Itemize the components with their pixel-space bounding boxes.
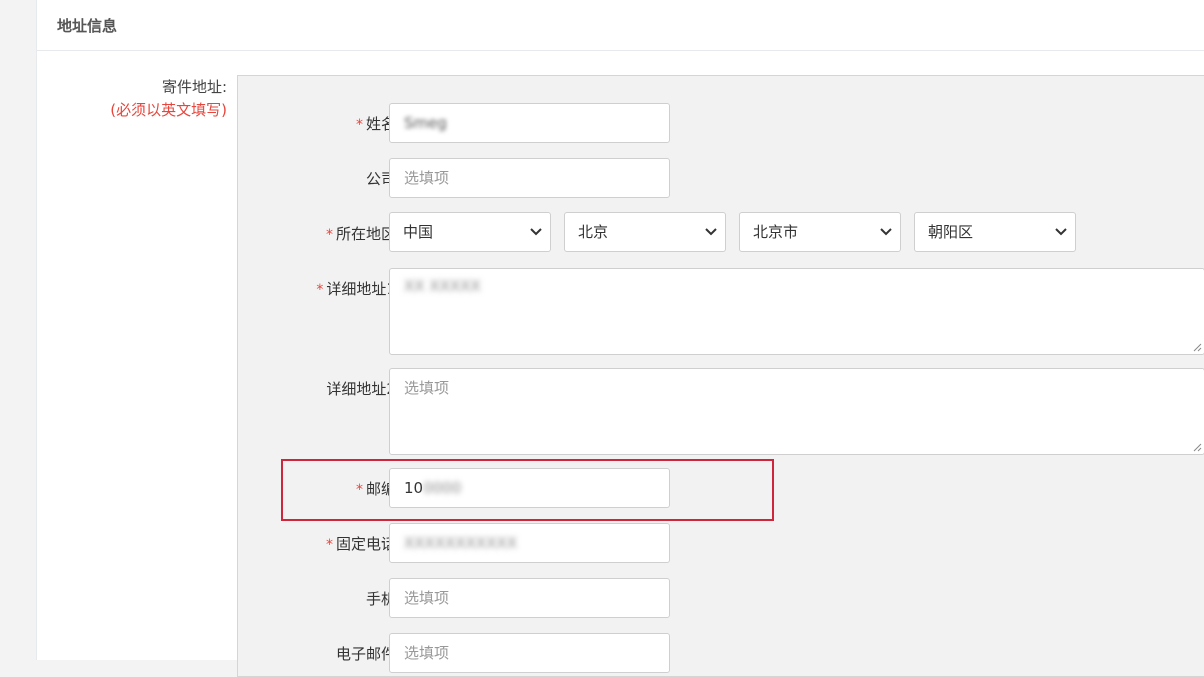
sender-address-note: (必须以英文填写)	[110, 101, 227, 119]
chevron-down-icon	[880, 228, 892, 236]
section-title: 地址信息	[57, 17, 118, 35]
chevron-down-icon	[705, 228, 717, 236]
district-select[interactable]: 朝阳区	[914, 212, 1076, 252]
country-select[interactable]: 中国	[389, 212, 551, 252]
address2-textarea[interactable]: 选填项	[389, 368, 1204, 455]
email-input[interactable]: 选填项	[389, 633, 670, 673]
resize-grip-icon[interactable]	[1193, 343, 1202, 352]
mobile-input[interactable]: 选填项	[389, 578, 670, 618]
sender-address-label: 寄件地址:	[161, 78, 227, 96]
phone-input[interactable]: XXXXXXXXXXX	[389, 523, 670, 563]
address-form-panel: *姓名: Smeg 公司: 选填项 *所在地区: 中国 北京 北京市 朝阳区	[237, 75, 1204, 677]
card-header: 地址信息	[37, 0, 1204, 51]
postcode-highlight-box	[281, 459, 774, 521]
city-select[interactable]: 北京市	[739, 212, 901, 252]
resize-grip-icon[interactable]	[1193, 443, 1202, 452]
required-mark: *	[355, 117, 363, 133]
name-input[interactable]: Smeg	[389, 103, 670, 143]
chevron-down-icon	[1055, 228, 1067, 236]
chevron-down-icon	[530, 228, 542, 236]
address-card: 地址信息 寄件地址: (必须以英文填写) * 姓名: Smeg 公司: 选填项 *…	[36, 0, 1204, 677]
company-input[interactable]: 选填项	[389, 158, 670, 198]
province-select[interactable]: 北京	[564, 212, 726, 252]
address1-textarea[interactable]: XX XXXXX	[389, 268, 1204, 355]
